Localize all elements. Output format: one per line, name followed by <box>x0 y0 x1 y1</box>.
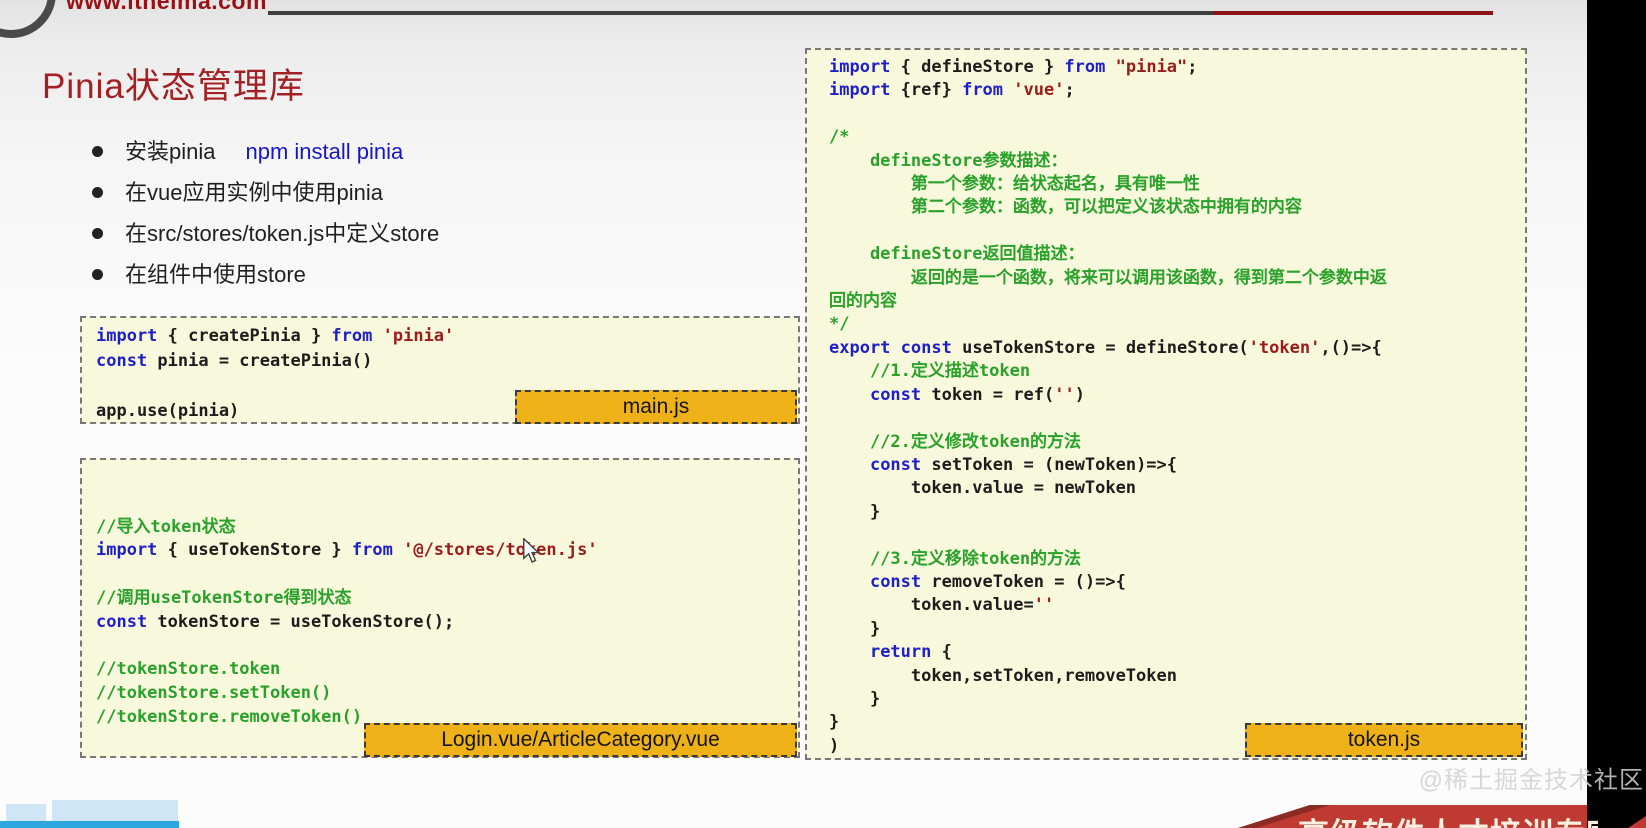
file-label-text: token.js <box>1347 728 1421 751</box>
bullet-dot-icon <box>92 228 103 239</box>
file-label-text: main.js <box>622 395 690 418</box>
bullet-dot-icon <box>92 146 103 157</box>
bullet-command: npm install pinia <box>245 139 404 164</box>
slide: www.itheima.com Pinia状态管理库 安装pinia npm in… <box>0 0 1646 828</box>
bullet-use-pinia: 在vue应用实例中使用pinia <box>92 175 383 207</box>
banner-slogan: 高级软件人才培训专家 <box>1298 809 1598 828</box>
site-url: www.itheima.com <box>66 0 267 14</box>
code-block-component: //导入token状态 import { useTokenStore } from… <box>80 458 800 758</box>
file-label-main-js: main.js <box>515 390 797 424</box>
bullet-label: 安装pinia <box>125 139 216 164</box>
header-rule-gray <box>268 11 1213 15</box>
code-content: //导入token状态 import { useTokenStore } from… <box>96 516 598 727</box>
mouse-cursor-icon <box>521 537 541 569</box>
bullet-label: 在组件中使用store <box>125 262 306 287</box>
letterbox-strip <box>1587 0 1646 828</box>
itheima-logo-icon <box>0 0 56 38</box>
file-label-component: Login.vue/ArticleCategory.vue <box>364 723 797 757</box>
bullet-dot-icon <box>92 269 103 280</box>
code-content: import { defineStore } from "pinia"; impo… <box>829 57 1387 756</box>
bullet-label: 在src/stores/token.js中定义store <box>125 221 440 246</box>
bullet-use-store: 在组件中使用store <box>92 257 306 289</box>
taskbar-strip <box>0 821 179 828</box>
bullet-label: 在vue应用实例中使用pinia <box>125 180 383 205</box>
code-block-token-js: import { defineStore } from "pinia"; impo… <box>805 48 1527 760</box>
file-label-text: Login.vue/ArticleCategory.vue <box>441 728 720 751</box>
bullet-define-store: 在src/stores/token.js中定义store <box>92 216 439 248</box>
bullet-install-pinia: 安装pinia npm install pinia <box>92 134 403 166</box>
watermark: @稀土掘金技术社区 <box>1418 767 1644 794</box>
file-label-token-js: token.js <box>1245 723 1523 757</box>
header-rule-red <box>1213 11 1493 15</box>
bullet-dot-icon <box>92 187 103 198</box>
page-title: Pinia状态管理库 <box>42 67 305 106</box>
